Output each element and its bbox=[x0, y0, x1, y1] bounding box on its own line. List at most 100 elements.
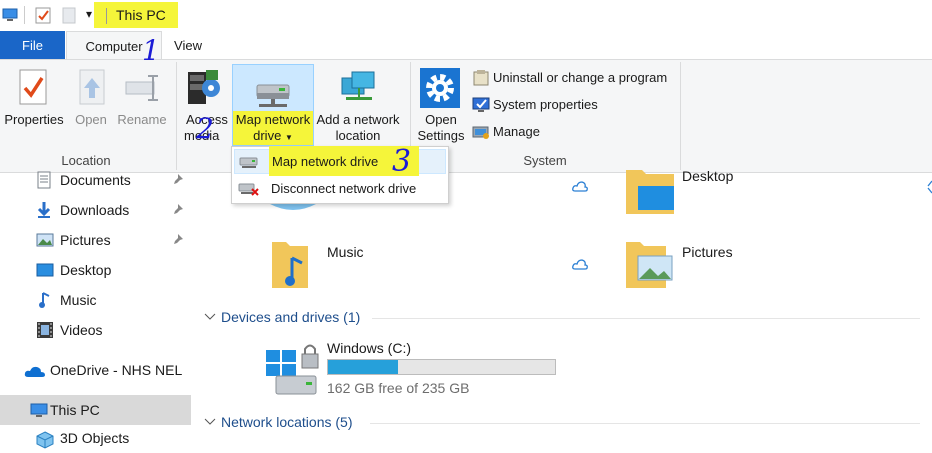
nav-item-onedrive[interactable]: OneDrive - NHS NEL bbox=[0, 357, 191, 385]
nav-label: Documents bbox=[60, 172, 131, 188]
menu-item-map-network-drive[interactable]: Map network drive bbox=[234, 146, 446, 176]
chevron-down-icon bbox=[204, 313, 216, 321]
annotation-2: 2 bbox=[196, 112, 214, 145]
properties-button[interactable]: Properties bbox=[2, 64, 66, 134]
nav-item-downloads[interactable]: Downloads bbox=[0, 197, 191, 225]
videos-icon bbox=[36, 321, 54, 339]
drive-free-space: 162 GB free of 235 GB bbox=[327, 380, 470, 396]
music-folder-icon bbox=[268, 236, 324, 292]
desktop-folder-icon bbox=[622, 160, 678, 216]
system-properties-label: System properties bbox=[493, 97, 598, 112]
properties-icon bbox=[18, 68, 48, 106]
folder-tile-pictures[interactable]: Pictures bbox=[622, 236, 842, 292]
manage-button[interactable]: Manage bbox=[470, 122, 676, 142]
ribbon-group-separator bbox=[680, 62, 681, 170]
menu-item-label: Map network drive bbox=[272, 154, 379, 169]
onedrive-sync-cloud-icon bbox=[572, 180, 588, 192]
nav-item-documents[interactable]: Documents bbox=[0, 167, 191, 195]
network-header-label: Network locations (5) bbox=[221, 414, 353, 430]
drive-tile-c[interactable]: Windows (C:) 162 GB free of 235 GB bbox=[262, 336, 582, 398]
open-icon bbox=[77, 68, 107, 106]
annotation-3: 3 bbox=[392, 144, 412, 179]
rename-icon bbox=[124, 72, 160, 104]
onedrive-icon bbox=[24, 364, 46, 378]
new-folder-qat-icon[interactable] bbox=[62, 7, 76, 24]
nav-label: OneDrive - NHS NEL bbox=[50, 362, 183, 378]
open-settings-label-1: Open bbox=[425, 112, 457, 127]
uninstall-program-button[interactable]: Uninstall or change a program bbox=[470, 68, 676, 88]
pictures-icon bbox=[36, 232, 54, 248]
nav-label: Videos bbox=[60, 322, 103, 338]
pin-icon bbox=[172, 233, 184, 245]
menu-item-label: Disconnect network drive bbox=[271, 181, 417, 196]
uninstall-program-icon bbox=[472, 69, 490, 87]
music-icon bbox=[38, 291, 52, 309]
add-network-location-button[interactable]: Add a network location bbox=[314, 64, 402, 146]
pin-icon bbox=[172, 173, 184, 185]
section-divider bbox=[372, 318, 920, 319]
nav-label: Desktop bbox=[60, 262, 112, 278]
open-label: Open bbox=[75, 112, 107, 127]
add-network-location-label-2: location bbox=[335, 128, 381, 143]
windows-drive-icon bbox=[262, 336, 324, 398]
map-network-drive-button[interactable]: Map network drive ▼ bbox=[232, 64, 314, 146]
drive-name: Windows (C:) bbox=[327, 340, 412, 356]
nav-item-this-pc[interactable]: This PC bbox=[0, 395, 191, 425]
nav-label: Music bbox=[60, 292, 97, 308]
documents-icon bbox=[36, 171, 52, 189]
desktop-icon bbox=[36, 263, 54, 277]
map-network-drive-icon bbox=[255, 79, 293, 109]
devices-header-label: Devices and drives (1) bbox=[221, 309, 361, 325]
nav-item-videos[interactable]: Videos bbox=[0, 317, 191, 345]
nav-item-3d-objects[interactable]: 3D Objects bbox=[0, 425, 191, 453]
disconnect-drive-menu-icon bbox=[238, 181, 260, 197]
system-properties-icon bbox=[472, 96, 490, 114]
computer-app-icon bbox=[2, 8, 18, 22]
access-media-icon bbox=[186, 68, 222, 108]
ribbon-group-separator bbox=[176, 62, 177, 170]
manage-label: Manage bbox=[493, 124, 540, 139]
network-locations-section-header[interactable]: Network locations (5) bbox=[200, 413, 920, 433]
open-settings-label-2: Settings bbox=[417, 128, 465, 143]
nav-item-desktop[interactable]: Desktop bbox=[0, 257, 191, 285]
folder-tile-desktop[interactable]: Desktop bbox=[622, 160, 922, 216]
annotation-1: 1 bbox=[142, 34, 160, 67]
properties-label: Properties bbox=[4, 112, 64, 127]
3d-objects-icon bbox=[36, 431, 54, 449]
properties-qat-icon[interactable] bbox=[35, 7, 51, 24]
rename-button: Rename bbox=[116, 64, 168, 134]
window-title: This PC bbox=[116, 7, 166, 23]
section-divider bbox=[370, 423, 920, 424]
nav-label: 3D Objects bbox=[60, 430, 130, 446]
uninstall-program-label: Uninstall or change a program bbox=[493, 70, 668, 85]
open-button: Open bbox=[70, 64, 112, 134]
qat-divider bbox=[24, 6, 25, 24]
title-divider bbox=[106, 8, 107, 24]
pin-icon bbox=[172, 203, 184, 215]
nav-item-pictures[interactable]: Pictures bbox=[0, 227, 191, 255]
tab-view[interactable]: View bbox=[164, 31, 212, 59]
drive-usage-bar bbox=[327, 359, 556, 375]
add-network-location-label-1: Add a network bbox=[316, 112, 400, 127]
folder-tile-music[interactable]: Music bbox=[268, 236, 488, 292]
manage-icon bbox=[472, 123, 490, 141]
devices-section-header[interactable]: Devices and drives (1) bbox=[200, 308, 920, 328]
nav-label: Pictures bbox=[60, 232, 111, 248]
qat-customize-dropdown[interactable]: ▾ bbox=[86, 7, 92, 21]
folder-label: Pictures bbox=[682, 244, 733, 260]
open-settings-button[interactable]: Open Settings bbox=[414, 64, 468, 146]
rename-label: Rename bbox=[117, 112, 167, 127]
settings-gear-icon bbox=[420, 68, 460, 108]
onedrive-sync-cloud-icon bbox=[572, 258, 588, 270]
nav-item-music[interactable]: Music bbox=[0, 287, 191, 315]
navigation-pane: Documents Downloads Pictures Desktop Mus… bbox=[0, 171, 191, 449]
tab-file[interactable]: File bbox=[0, 31, 65, 59]
folder-label: Desktop bbox=[682, 168, 734, 184]
map-drive-menu-icon bbox=[239, 155, 259, 169]
system-properties-button[interactable]: System properties bbox=[470, 95, 676, 115]
downloads-icon bbox=[36, 201, 52, 219]
map-network-drive-label-2: drive ▼ bbox=[253, 128, 293, 143]
drive-usage-fill bbox=[328, 360, 398, 374]
add-network-location-icon bbox=[340, 70, 378, 106]
menu-item-disconnect-network-drive[interactable]: Disconnect network drive bbox=[234, 176, 446, 200]
